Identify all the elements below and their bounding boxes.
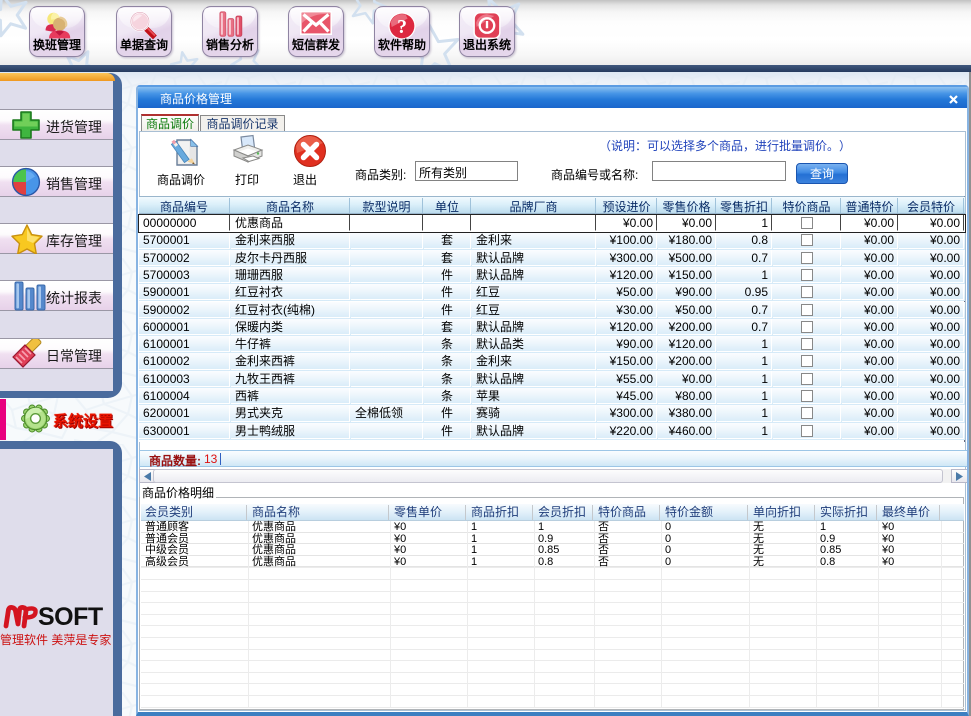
svg-text:SOFT: SOFT — [38, 603, 103, 629]
svg-text:?: ? — [397, 16, 407, 38]
